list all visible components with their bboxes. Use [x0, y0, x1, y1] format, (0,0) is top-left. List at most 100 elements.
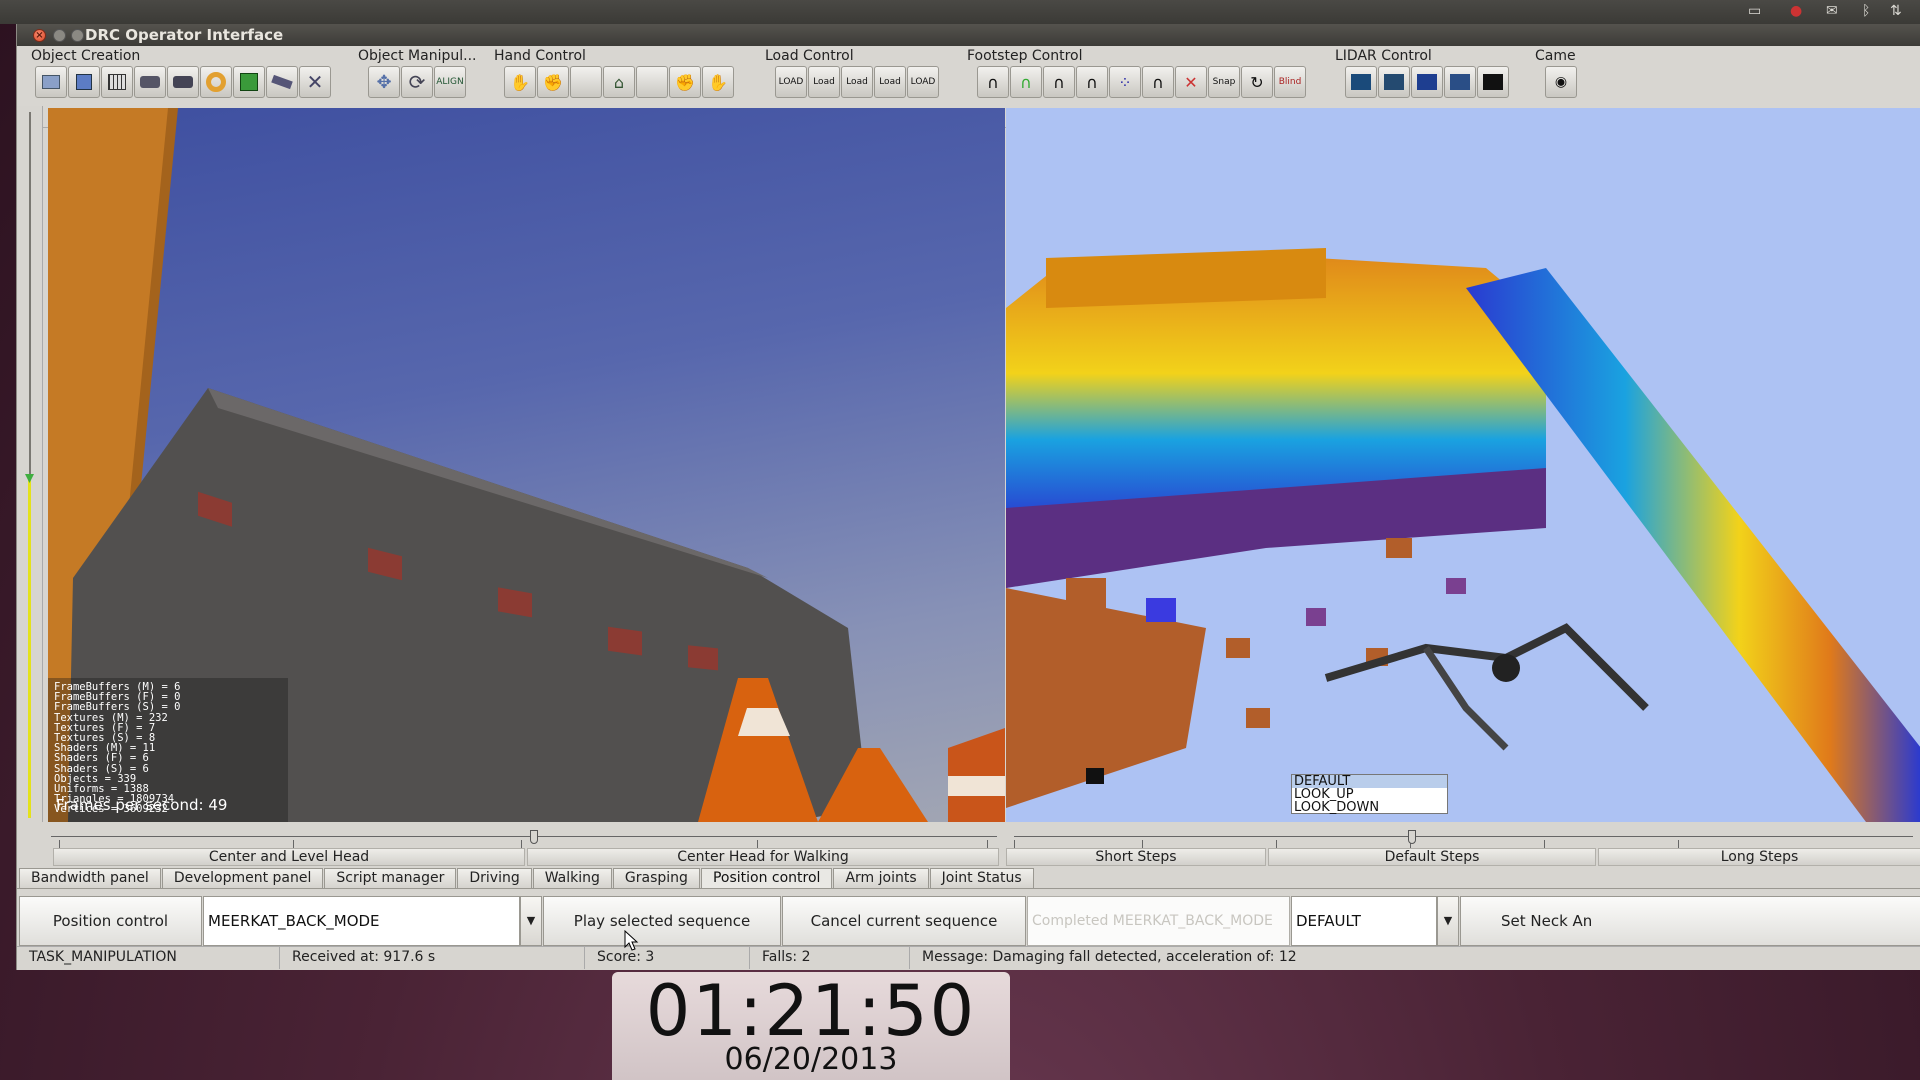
footstep-snap-button[interactable]: Snap	[1208, 66, 1240, 98]
hand-place-left-button[interactable]: ✋	[504, 66, 536, 98]
hand-blank-button[interactable]	[570, 66, 602, 98]
head-slider-thumb[interactable]	[530, 830, 538, 844]
tick	[757, 840, 758, 848]
load-icon: LOAD	[778, 77, 804, 87]
create-grid-button[interactable]	[101, 66, 133, 98]
load-button-5[interactable]: LOAD	[907, 66, 939, 98]
minimize-button[interactable]	[53, 29, 66, 42]
robot-model	[1324, 623, 1649, 711]
box-icon	[76, 74, 92, 90]
mail-icon[interactable]: ✉	[1826, 3, 1838, 19]
footstep-button-1[interactable]: ∩	[977, 66, 1009, 98]
completed-status-field: Completed MEERKAT_BACK_MODE	[1027, 896, 1290, 946]
hand-close-right-button[interactable]: ✊	[669, 66, 701, 98]
cross-icon: ✕	[306, 70, 324, 94]
step-slider-thumb[interactable]	[1408, 830, 1416, 844]
hand-icon: ✋	[708, 72, 728, 92]
long-steps-button[interactable]: Long Steps	[1598, 848, 1920, 866]
camera-button[interactable]: ◉	[1545, 66, 1577, 98]
tab-driving[interactable]: Driving	[457, 868, 532, 888]
hand-close-icon: ✊	[675, 72, 695, 92]
tab-walking[interactable]: Walking	[532, 868, 612, 888]
record-icon[interactable]: ●	[1790, 3, 1802, 19]
clock-date: 06/20/2013	[724, 1042, 898, 1077]
footstep-blind-button[interactable]: Blind	[1274, 66, 1306, 98]
neck-select-arrow[interactable]: ▼	[1437, 896, 1459, 946]
default-steps-button[interactable]: Default Steps	[1268, 848, 1596, 866]
points-icon: ⁘	[1118, 72, 1132, 92]
lidar-icon	[1384, 74, 1404, 90]
cancel-sequence-button[interactable]: Cancel current sequence	[782, 896, 1026, 946]
tab-development-panel[interactable]: Development panel	[161, 868, 324, 888]
step-slider-track	[1014, 836, 1913, 837]
load-button-3[interactable]: Load	[841, 66, 873, 98]
mode-select-arrow[interactable]: ▼	[520, 896, 542, 946]
camera-view[interactable]: FrameBuffers (M) = 6 FrameBuffers (F) = …	[48, 108, 1005, 822]
head-slider-track	[51, 836, 997, 837]
hand-place-right-button[interactable]: ✋	[702, 66, 734, 98]
rotate-icon: ⟳	[408, 70, 426, 94]
play-sequence-button[interactable]: Play selected sequence	[543, 896, 781, 946]
create-plane-button[interactable]	[35, 66, 67, 98]
lidar-enable-2-button[interactable]	[1411, 66, 1443, 98]
vertical-slider[interactable]	[17, 106, 43, 822]
tick	[1142, 840, 1143, 848]
footstep-turn-button[interactable]: ↻	[1241, 66, 1273, 98]
center-level-head-button[interactable]: Center and Level Head	[53, 848, 525, 866]
tab-script-manager[interactable]: Script manager	[324, 868, 457, 888]
neck-select[interactable]: DEFAULT	[1291, 896, 1437, 946]
footstep-button-3[interactable]: ∩	[1043, 66, 1075, 98]
lidar-clear-button[interactable]	[1378, 66, 1410, 98]
short-steps-button[interactable]: Short Steps	[1006, 848, 1266, 866]
load-button-1[interactable]: LOAD	[775, 66, 807, 98]
tab-joint-status[interactable]: Joint Status	[929, 868, 1034, 888]
footstep-button-6[interactable]: ∩	[1142, 66, 1174, 98]
close-button[interactable]: ×	[33, 29, 46, 42]
hand-close-left-button[interactable]: ✊	[537, 66, 569, 98]
update-vehicle-button[interactable]	[167, 66, 199, 98]
load-button-4[interactable]: Load	[874, 66, 906, 98]
footstep-clear-button[interactable]: ✕	[1175, 66, 1207, 98]
translate-button[interactable]: ✥	[368, 66, 400, 98]
set-neck-angle-button[interactable]: Set Neck An	[1460, 896, 1920, 946]
create-cylinder-button[interactable]	[233, 66, 265, 98]
tab-position-control[interactable]: Position control	[700, 868, 833, 888]
bluetooth-icon[interactable]: ᛒ	[1862, 3, 1870, 19]
window-title: DRC Operator Interface	[85, 26, 284, 44]
footstep-button-4[interactable]: ∩	[1076, 66, 1108, 98]
maximize-button[interactable]	[71, 29, 84, 42]
lidar-clear-2-button[interactable]	[1444, 66, 1476, 98]
footstep-points-button[interactable]: ⁘	[1109, 66, 1141, 98]
mode-select[interactable]: MEERKAT_BACK_MODE	[203, 896, 520, 946]
create-vehicle-button[interactable]	[134, 66, 166, 98]
lidar-dark-button[interactable]	[1477, 66, 1509, 98]
torus-icon	[206, 72, 226, 92]
hand-close-icon: ✊	[543, 72, 563, 92]
hand-home-button[interactable]: ⌂	[603, 66, 635, 98]
lidar-3d-view[interactable]	[1006, 108, 1920, 822]
center-head-walking-button[interactable]: Center Head for Walking	[527, 848, 999, 866]
keyboard-indicator-icon[interactable]: ▭	[1748, 3, 1761, 19]
tab-bandwidth-panel[interactable]: Bandwidth panel	[19, 868, 161, 888]
delete-object-button[interactable]: ✕	[299, 66, 331, 98]
create-tool-button[interactable]	[266, 66, 298, 98]
create-box-button[interactable]	[68, 66, 100, 98]
footstep-button-2[interactable]: ∩	[1010, 66, 1042, 98]
network-icon[interactable]: ⇅	[1890, 3, 1902, 19]
tab-grasping[interactable]: Grasping	[612, 868, 700, 888]
head-slider[interactable]: Center and Level Head Center Head for Wa…	[43, 822, 1005, 866]
step-slider[interactable]: Short Steps Default Steps Long Steps	[1006, 822, 1920, 866]
align-button[interactable]: ALIGN	[434, 66, 466, 98]
tab-arm-joints[interactable]: Arm joints	[833, 868, 929, 888]
fps-counter: Frames per second: 49	[56, 796, 228, 814]
lidar-enable-button[interactable]	[1345, 66, 1377, 98]
group-object-manipulation: Object Manipul...	[358, 48, 477, 64]
tick	[293, 840, 294, 848]
rotate-button[interactable]: ⟳	[401, 66, 433, 98]
neck-option-look-down[interactable]: LOOK_DOWN	[1292, 801, 1447, 814]
load-button-2[interactable]: Load	[808, 66, 840, 98]
position-control-button[interactable]: Position control	[19, 896, 202, 946]
hand-blank-2-button[interactable]	[636, 66, 668, 98]
slider-thumb[interactable]	[25, 474, 34, 483]
create-torus-button[interactable]	[200, 66, 232, 98]
